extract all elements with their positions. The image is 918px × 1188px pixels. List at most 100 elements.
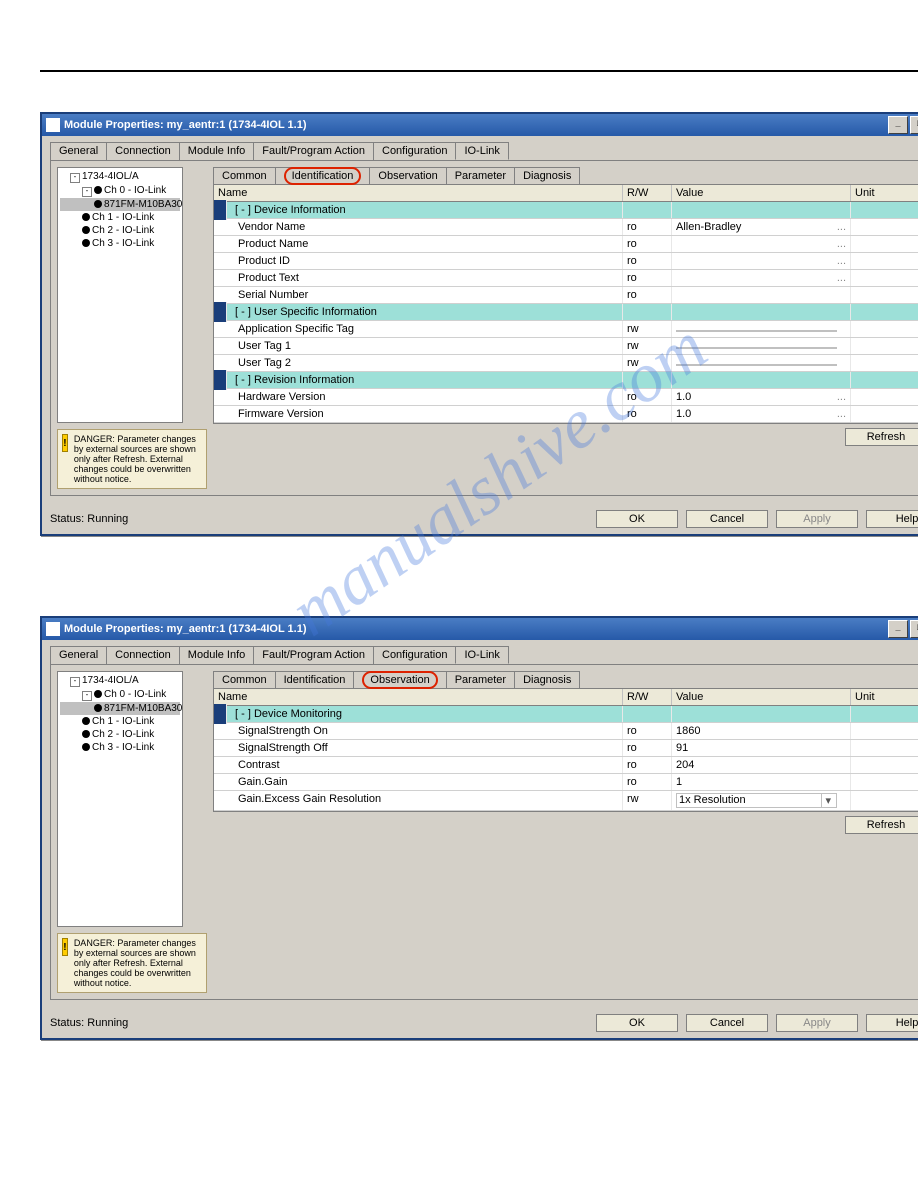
grid-row: Vendor NameroAllen-Bradley... [214, 219, 918, 236]
tree-item[interactable]: 871FM-M10BA30-FI [60, 198, 180, 211]
status-text: Status: Running [50, 513, 128, 525]
titlebar: Module Properties: my_aentr:1 (1734-4IOL… [42, 618, 918, 640]
refresh-button[interactable]: Refresh [845, 428, 918, 446]
warning-box: !DANGER: Parameter changes by external s… [57, 933, 207, 993]
col-rw: R/W [623, 689, 672, 705]
tree-item[interactable]: Ch 3 - IO-Link [60, 741, 180, 754]
tree-item[interactable]: Ch 2 - IO-Link [60, 728, 180, 741]
grid-row: Gain.Excess Gain Resolutionrw1x Resoluti… [214, 791, 918, 811]
outer-tab[interactable]: Connection [106, 646, 180, 664]
tree-item[interactable]: -Ch 0 - IO-Link [60, 688, 180, 702]
inner-tabs: CommonIdentificationObservationParameter… [213, 167, 918, 184]
ok-button[interactable]: OK [596, 510, 678, 528]
minimize-button[interactable]: _ [888, 620, 908, 638]
inner-tab[interactable]: Identification [275, 671, 355, 688]
value-input[interactable] [676, 347, 837, 349]
inner-tab[interactable]: Common [213, 671, 276, 688]
maximize-button[interactable]: □ [910, 620, 918, 638]
inner-tab[interactable]: Parameter [446, 671, 515, 688]
col-rw: R/W [623, 185, 672, 201]
tree-item[interactable]: Ch 3 - IO-Link [60, 237, 180, 250]
outer-tab[interactable]: IO-Link [455, 142, 508, 160]
col-unit: Unit [851, 185, 918, 201]
warning-icon: ! [62, 434, 68, 452]
grid-row: Firmware Versionro1.0... [214, 406, 918, 423]
outer-tab[interactable]: Module Info [179, 646, 254, 664]
outer-tab[interactable]: Connection [106, 142, 180, 160]
app-icon [46, 118, 60, 132]
outer-tab[interactable]: Configuration [373, 646, 456, 664]
window-title: Module Properties: my_aentr:1 (1734-4IOL… [64, 623, 307, 635]
outer-tab[interactable]: General [50, 646, 107, 664]
cancel-button[interactable]: Cancel [686, 510, 768, 528]
window-title: Module Properties: my_aentr:1 (1734-4IOL… [64, 119, 307, 131]
outer-tab[interactable]: Fault/Program Action [253, 142, 374, 160]
titlebar: Module Properties: my_aentr:1 (1734-4IOL… [42, 114, 918, 136]
outer-tab[interactable]: Module Info [179, 142, 254, 160]
inner-tab[interactable]: Observation [353, 671, 446, 688]
grid-section[interactable]: [ - ] Device Monitoring [214, 706, 918, 723]
grid-section[interactable]: [ - ] Revision Information [214, 372, 918, 389]
tree-item[interactable]: 871FM-M10BA30-FI [60, 702, 180, 715]
warning-box: !DANGER: Parameter changes by external s… [57, 429, 207, 489]
inner-tab[interactable]: Common [213, 167, 276, 184]
tree-item[interactable]: Ch 2 - IO-Link [60, 224, 180, 237]
grid-row: User Tag 1rw [214, 338, 918, 355]
inner-tab[interactable]: Observation [369, 167, 446, 184]
grid-row: User Tag 2rw [214, 355, 918, 372]
tree-item[interactable]: Ch 1 - IO-Link [60, 211, 180, 224]
inner-tab[interactable]: Identification [275, 167, 371, 184]
parameter-grid: NameR/WValueUnit[ - ] Device Information… [213, 184, 918, 424]
value-input[interactable] [676, 364, 837, 366]
tree-item[interactable]: -1734-4IOL/A [60, 674, 180, 688]
col-value: Value [672, 689, 851, 705]
grid-section[interactable]: [ - ] Device Information [214, 202, 918, 219]
minimize-button[interactable]: _ [888, 116, 908, 134]
outer-tab[interactable]: IO-Link [455, 646, 508, 664]
tree-item[interactable]: -1734-4IOL/A [60, 170, 180, 184]
col-name: Name [214, 689, 623, 705]
col-value: Value [672, 185, 851, 201]
tree-view[interactable]: -1734-4IOL/A-Ch 0 - IO-Link871FM-M10BA30… [57, 671, 183, 927]
col-unit: Unit [851, 689, 918, 705]
inner-tab[interactable]: Parameter [446, 167, 515, 184]
dropdown-icon[interactable]: ▾ [821, 794, 834, 807]
help-button[interactable]: Help [866, 1014, 918, 1032]
grid-row: Product Textro... [214, 270, 918, 287]
tree-item[interactable]: Ch 1 - IO-Link [60, 715, 180, 728]
app-icon [46, 622, 60, 636]
outer-tab[interactable]: General [50, 142, 107, 160]
grid-row: SignalStrength Offro91 [214, 740, 918, 757]
help-button[interactable]: Help [866, 510, 918, 528]
grid-section[interactable]: [ - ] User Specific Information [214, 304, 918, 321]
grid-row: Product Namero... [214, 236, 918, 253]
grid-row: Application Specific Tagrw [214, 321, 918, 338]
grid-row: Product IDro... [214, 253, 918, 270]
grid-row: Hardware Versionro1.0... [214, 389, 918, 406]
refresh-button[interactable]: Refresh [845, 816, 918, 834]
apply-button[interactable]: Apply [776, 1014, 858, 1032]
inner-tabs: CommonIdentificationObservationParameter… [213, 671, 918, 688]
grid-row: Gain.Gainro1 [214, 774, 918, 791]
outer-tab[interactable]: Configuration [373, 142, 456, 160]
warning-icon: ! [62, 938, 68, 956]
grid-row: SignalStrength Onro1860 [214, 723, 918, 740]
apply-button[interactable]: Apply [776, 510, 858, 528]
tree-view[interactable]: -1734-4IOL/A-Ch 0 - IO-Link871FM-M10BA30… [57, 167, 183, 423]
parameter-grid: NameR/WValueUnit[ - ] Device MonitoringS… [213, 688, 918, 812]
ok-button[interactable]: OK [596, 1014, 678, 1032]
value-input[interactable]: 1x Resolution▾ [676, 793, 837, 808]
value-input[interactable] [676, 330, 837, 332]
inner-tab[interactable]: Diagnosis [514, 671, 580, 688]
cancel-button[interactable]: Cancel [686, 1014, 768, 1032]
outer-tab[interactable]: Fault/Program Action [253, 646, 374, 664]
col-name: Name [214, 185, 623, 201]
grid-row: Serial Numberro [214, 287, 918, 304]
tree-item[interactable]: -Ch 0 - IO-Link [60, 184, 180, 198]
grid-row: Contrastro204 [214, 757, 918, 774]
status-text: Status: Running [50, 1017, 128, 1029]
inner-tab[interactable]: Diagnosis [514, 167, 580, 184]
maximize-button[interactable]: □ [910, 116, 918, 134]
outer-tabs: GeneralConnectionModule InfoFault/Progra… [42, 640, 918, 664]
outer-tabs: GeneralConnectionModule InfoFault/Progra… [42, 136, 918, 160]
